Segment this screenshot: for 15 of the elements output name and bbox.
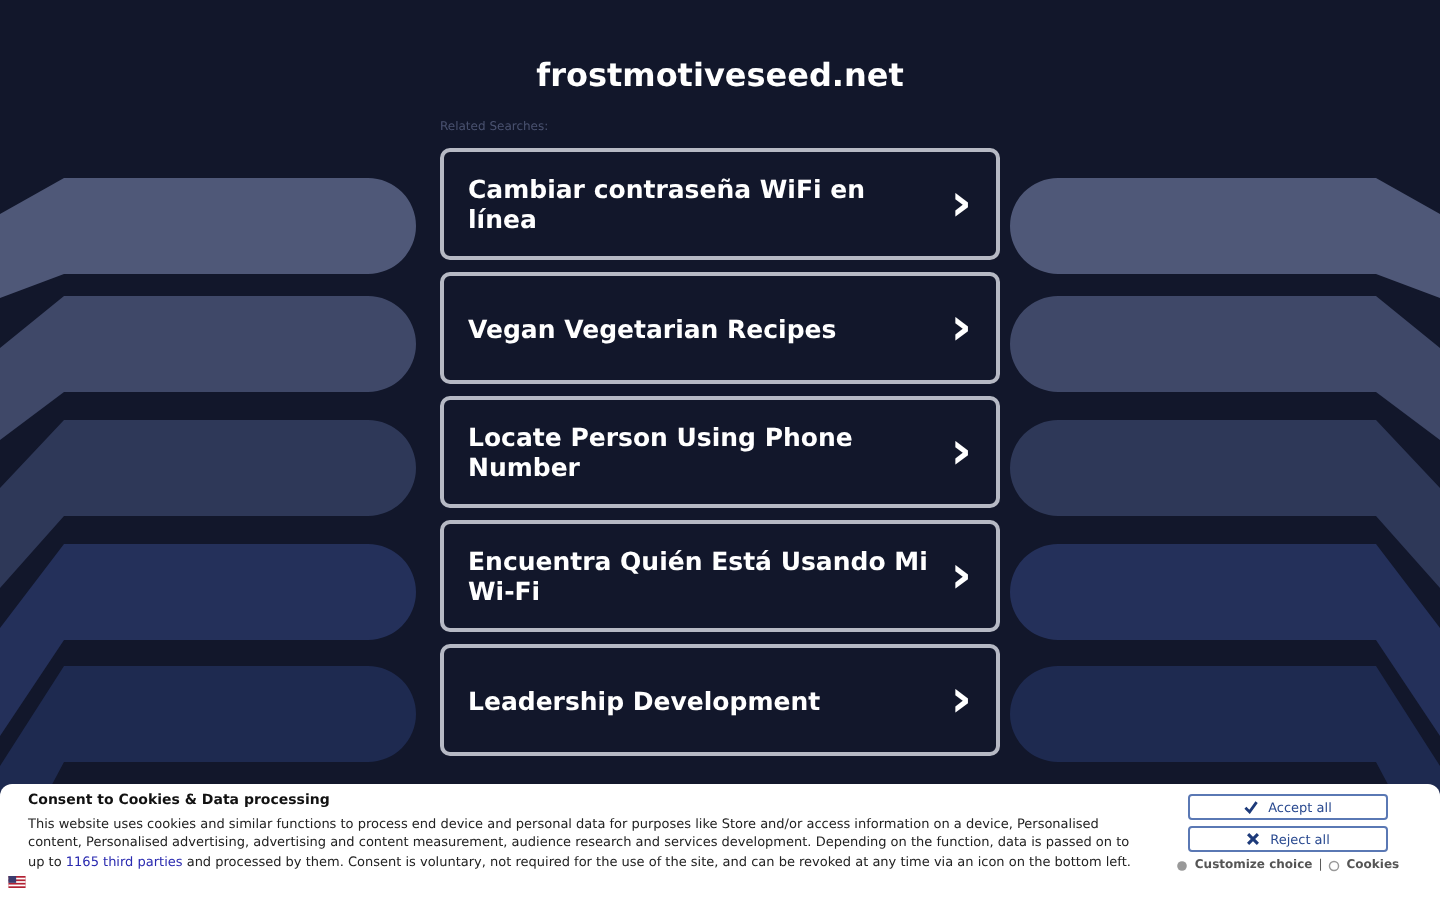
search-link[interactable]: Locate Person Using Phone Number › xyxy=(440,396,1000,508)
search-link[interactable]: Leadership Development › xyxy=(440,644,1000,756)
search-link[interactable]: Encuentra Quién Está Usando Mi Wi-Fi › xyxy=(440,520,1000,632)
chevron-icon: › xyxy=(950,182,972,226)
flag-icon xyxy=(8,876,26,888)
chevron-icon: › xyxy=(950,306,972,350)
close-icon xyxy=(1246,832,1261,846)
cookie-icon xyxy=(1328,859,1341,871)
checkmark-icon xyxy=(1244,800,1259,814)
chevron-icon: › xyxy=(950,430,972,474)
chevron-icon: › xyxy=(950,678,972,722)
search-link[interactable]: Vegan Vegetarian Recipes › xyxy=(440,272,1000,384)
search-link[interactable]: Cambiar contraseña WiFi en línea › xyxy=(440,148,1000,260)
site-title: frostmotiveseed.net xyxy=(536,56,904,96)
chevron-icon: › xyxy=(950,554,972,598)
